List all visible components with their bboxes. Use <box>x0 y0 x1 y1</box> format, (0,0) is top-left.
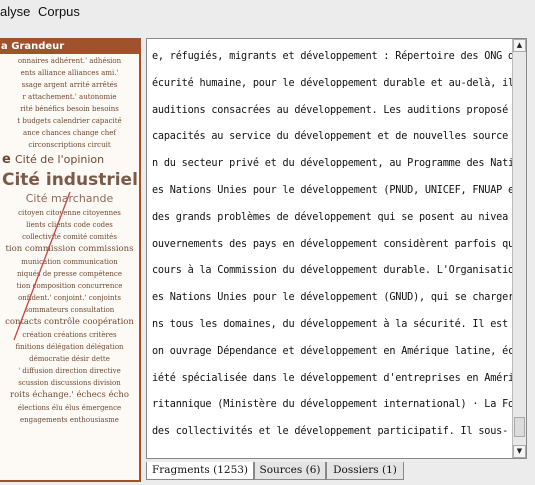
cite-opinion-label[interactable]: Cité de l'opinion <box>15 153 104 166</box>
fragment-line[interactable]: des grands problèmes de développement qu… <box>152 212 508 223</box>
cloud-row[interactable]: r attachement.' autonomie <box>2 91 137 103</box>
fragment-line[interactable]: ns tous les domaines, du développement à… <box>152 319 508 330</box>
scroll-up-icon[interactable]: ▲ <box>513 39 526 52</box>
cloud-row[interactable]: ance chances change chef <box>2 127 137 139</box>
cloud-row[interactable]: finitions délégation délégation <box>2 341 137 353</box>
cloud-row[interactable]: ssage argent arrité arrêtés <box>2 79 137 91</box>
cloud-row[interactable]: démocratie désir dette <box>2 353 137 365</box>
fragment-line[interactable]: es Nations Unies pour le développement (… <box>152 292 513 303</box>
fragment-line[interactable]: auditions consacrées au développement. L… <box>152 105 508 116</box>
cloud-row[interactable]: citoyen citoyenne citoyennes <box>2 207 137 219</box>
panel-title: a Grandeur <box>0 40 139 54</box>
cloud-row[interactable]: scussion discussions division <box>2 377 137 389</box>
fragment-line[interactable]: écurité humaine, pour le développement d… <box>152 78 513 89</box>
tab-fragments[interactable]: Fragments (1253) <box>146 462 254 480</box>
word-cloud-panel: a Grandeur onnaires adhérent.' adhésion … <box>0 38 141 482</box>
cloud-row[interactable]: tion composition concurrence <box>2 280 137 292</box>
cloud-row[interactable]: lients clients code codes <box>2 219 137 231</box>
fragment-line[interactable]: ouvernements des pays en développement c… <box>152 239 513 250</box>
cloud-row[interactable]: engagements enthousiasme <box>2 414 137 426</box>
cloud-row[interactable]: niqués de presse compétence <box>2 268 137 280</box>
fragment-line[interactable]: on ouvrage Dépendance et développement e… <box>152 346 513 357</box>
fragment-line[interactable]: es Nations Unies pour le développement (… <box>152 185 513 196</box>
cloud-row[interactable]: ents alliance alliances ami.' <box>2 67 137 79</box>
cite-industrielle-label[interactable]: Cité industrielle <box>2 169 139 191</box>
cloud-row[interactable]: onnaires adhérent.' adhésion <box>2 55 137 67</box>
cloud-row[interactable]: tion commission commissions <box>2 243 137 256</box>
scroll-thumb[interactable] <box>514 417 525 437</box>
cloud-row[interactable]: t budgets calendrier capacité <box>2 115 137 127</box>
cloud-row[interactable]: sommateurs consultation <box>2 304 137 316</box>
cite-marchande-label[interactable]: Cité marchande <box>2 191 137 207</box>
cloud-row[interactable]: collectivité comité comités <box>2 231 137 243</box>
scroll-down-icon[interactable]: ▼ <box>513 445 526 458</box>
fragment-line[interactable]: n du secteur privé et du développement, … <box>152 158 513 169</box>
cloud-row-opinion[interactable]: e Cité de l'opinion <box>2 151 137 169</box>
word-cloud: onnaires adhérent.' adhésion ents allian… <box>0 54 139 427</box>
menu-analyse[interactable]: alyse <box>0 4 30 19</box>
cloud-row[interactable]: circonscriptions circuit <box>2 139 137 151</box>
cloud-row[interactable]: création créations critères <box>2 329 137 341</box>
vertical-scrollbar[interactable]: ▲ ▼ <box>512 39 526 458</box>
fragments-text-panel: e, réfugiés, migrants et développement :… <box>146 38 527 459</box>
menu-bar: alyse Corpus <box>0 0 535 22</box>
menu-corpus[interactable]: Corpus <box>38 4 80 19</box>
fragment-line[interactable]: ritannique (Ministère du développement i… <box>152 399 513 410</box>
fragment-line[interactable]: iété spécialisée dans le développement d… <box>152 373 513 384</box>
fragment-line[interactable]: des collectivités et le développement pa… <box>152 426 508 437</box>
cloud-row[interactable]: onfident.' conjoint.' conjoints <box>2 292 137 304</box>
fragment-line[interactable]: capacités au service du développement et… <box>152 131 508 142</box>
cloud-row[interactable]: ' diffusion direction directive <box>2 365 137 377</box>
tab-dossiers[interactable]: Dossiers (1) <box>326 462 404 480</box>
cloud-row[interactable]: roits échange.' échecs écho <box>2 389 137 402</box>
opinion-prefix: e <box>2 152 11 167</box>
cloud-row[interactable]: élections élu élus émergence <box>2 402 137 414</box>
cloud-row[interactable]: contacts contrôle coopération <box>2 316 137 329</box>
fragments-text-area[interactable]: e, réfugiés, migrants et développement :… <box>147 39 513 458</box>
tab-sources[interactable]: Sources (6) <box>254 462 326 480</box>
cloud-row[interactable]: rité bénéfics besoin besoins <box>2 103 137 115</box>
fragment-line[interactable]: cours à la Commission du développement d… <box>152 265 513 276</box>
cloud-row[interactable]: munication communication <box>2 256 137 268</box>
fragment-line[interactable]: e, réfugiés, migrants et développement :… <box>152 51 513 62</box>
